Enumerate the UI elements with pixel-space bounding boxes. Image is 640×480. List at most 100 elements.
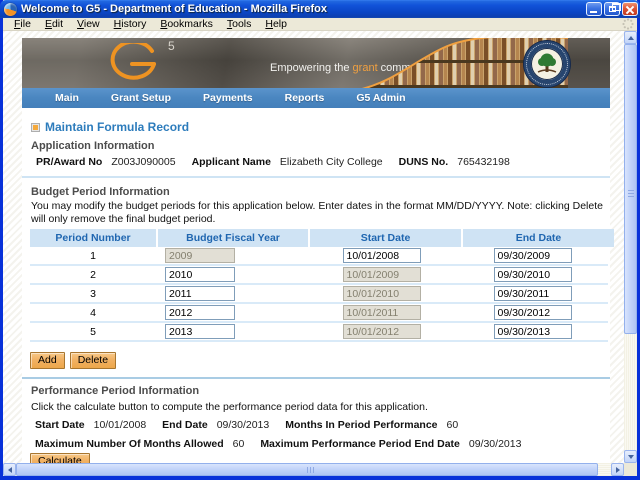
- start-date-cell: [306, 267, 457, 282]
- end-date-input[interactable]: [493, 248, 572, 263]
- scroll-up-icon[interactable]: [624, 31, 637, 44]
- delete-button[interactable]: Delete: [69, 352, 117, 369]
- firefox-icon: [4, 2, 17, 16]
- horizontal-scrollbar[interactable]: [3, 463, 624, 476]
- menu-tools[interactable]: Tools: [220, 18, 259, 30]
- calculate-button[interactable]: Calculate: [30, 453, 90, 463]
- budget-table-header: Period Number Budget Fiscal Year Start Dat…: [30, 229, 614, 247]
- page-title-bullet-icon: [31, 122, 40, 132]
- nav-item-main[interactable]: Main: [55, 92, 79, 104]
- application-information-heading: Application Information: [31, 140, 155, 152]
- field-label-applicant-name: Applicant Name: [191, 156, 271, 168]
- column-header-period-number: Period Number: [30, 229, 156, 247]
- vertical-scroll-thumb[interactable]: [624, 44, 637, 334]
- page-content: Maintain Formula Record Application Info…: [22, 108, 614, 463]
- column-header-end-date: End Date: [463, 229, 614, 247]
- field-label-maximum-performance-period-end-date: Maximum Performance Period End Date: [260, 438, 460, 450]
- g5-banner: 5 Empowering the grant community.: [22, 38, 610, 88]
- period-number: 1: [90, 249, 96, 262]
- budget-fiscal-year-input[interactable]: [165, 305, 235, 320]
- close-button[interactable]: [622, 2, 638, 16]
- budget-fiscal-year-cell: [156, 324, 306, 339]
- column-header-start-date: Start Date: [310, 229, 461, 247]
- menu-bookmarks[interactable]: Bookmarks: [153, 18, 220, 30]
- field-label-duns-no-: DUNS No.: [398, 156, 449, 168]
- budget-instructions: You may modify the budget periods for th…: [31, 200, 603, 225]
- budget-fiscal-year-input[interactable]: [165, 324, 235, 339]
- vertical-scrollbar[interactable]: [624, 31, 637, 463]
- end-date-input[interactable]: [493, 267, 572, 282]
- field-value-months-in-period-performance: 60: [446, 419, 459, 431]
- page-viewport: 5 Empowering the grant community.: [3, 31, 624, 463]
- field-label-pr-award-no: PR/Award No: [36, 156, 103, 168]
- budget-period-row: 2: [30, 266, 608, 285]
- end-date-cell: [457, 248, 608, 263]
- period-number: 2: [90, 268, 96, 281]
- period-number: 4: [90, 306, 96, 319]
- throbber-icon: [622, 18, 634, 30]
- start-date-input[interactable]: [342, 248, 421, 263]
- menu-bar: File Edit View History Bookmarks Tools Help: [3, 18, 637, 31]
- menu-help[interactable]: Help: [258, 18, 294, 30]
- horizontal-scroll-thumb[interactable]: [16, 463, 598, 476]
- nav-bar: Main Grant Setup Payments Reports G5 Admin: [22, 88, 610, 108]
- menu-items: File Edit View History Bookmarks Tools Help: [7, 18, 294, 30]
- menu-view[interactable]: View: [70, 18, 107, 30]
- seal-tree-icon: [537, 53, 557, 73]
- menu-history[interactable]: History: [107, 18, 154, 30]
- period-number: 3: [90, 287, 96, 300]
- nav-item-grant-setup[interactable]: Grant Setup: [111, 92, 171, 104]
- end-date-input[interactable]: [493, 324, 572, 339]
- start-date-cell: [306, 286, 457, 301]
- start-date-input: [342, 305, 421, 320]
- budget-fiscal-year-input[interactable]: [165, 267, 235, 282]
- budget-fiscal-year-input: [165, 248, 235, 263]
- field-label-end-date: End Date: [162, 419, 208, 431]
- budget-fiscal-year-input[interactable]: [165, 286, 235, 301]
- end-date-input[interactable]: [493, 286, 572, 301]
- start-date-input: [342, 324, 421, 339]
- performance-fields-row1: Start Date 10/01/2008 End Date 09/30/2013 Mo…: [35, 419, 474, 431]
- title-bar: Welcome to G5 - Department of Education …: [0, 0, 640, 18]
- end-date-input[interactable]: [493, 305, 572, 320]
- budget-period-row: 3: [30, 285, 608, 304]
- window-title: Welcome to G5 - Department of Education …: [21, 3, 327, 15]
- start-date-cell: [306, 305, 457, 320]
- browser-window: Welcome to G5 - Department of Education …: [0, 0, 640, 480]
- minimize-button[interactable]: [586, 2, 602, 16]
- nav-item-reports[interactable]: Reports: [285, 92, 325, 104]
- field-label-start-date: Start Date: [35, 419, 85, 431]
- end-date-cell: [457, 324, 608, 339]
- add-button[interactable]: Add: [30, 352, 65, 369]
- start-date-input: [342, 286, 421, 301]
- logo-5-label: 5: [168, 39, 175, 53]
- menu-file[interactable]: File: [7, 18, 38, 30]
- scrollbar-corner: [624, 463, 637, 476]
- section-divider: [22, 176, 610, 178]
- nav-item-payments[interactable]: Payments: [203, 92, 253, 104]
- start-date-input: [342, 267, 421, 282]
- budget-fiscal-year-cell: [156, 248, 306, 263]
- g5-logo-icon: [110, 43, 156, 80]
- menu-edit[interactable]: Edit: [38, 18, 70, 30]
- budget-table-body: 1 2 3 4 5: [30, 247, 608, 342]
- end-date-cell: [457, 267, 608, 282]
- field-label-months-in-period-performance: Months In Period Performance: [285, 419, 438, 431]
- field-value-start-date: 10/01/2008: [93, 419, 147, 431]
- page-title: Maintain Formula Record: [45, 120, 190, 134]
- budget-fiscal-year-cell: [156, 305, 306, 320]
- performance-fields-row2: Maximum Number Of Months Allowed 60 Maximu…: [35, 438, 537, 450]
- scroll-down-icon[interactable]: [624, 450, 637, 463]
- budget-period-row: 4: [30, 304, 608, 323]
- scroll-right-icon[interactable]: [611, 463, 624, 476]
- performance-period-heading: Performance Period Information: [31, 385, 200, 397]
- field-value-maximum-number-of-months-allowed: 60: [232, 438, 245, 450]
- restore-button[interactable]: [604, 2, 621, 16]
- nav-item-g5-admin[interactable]: G5 Admin: [356, 92, 405, 104]
- budget-period-heading: Budget Period Information: [31, 186, 170, 198]
- field-label-maximum-number-of-months-allowed: Maximum Number Of Months Allowed: [35, 438, 224, 450]
- field-value-maximum-performance-period-end-date: 09/30/2013: [468, 438, 522, 450]
- scroll-left-icon[interactable]: [3, 463, 16, 476]
- budget-fiscal-year-cell: [156, 286, 306, 301]
- field-value-duns-no-: 765432198: [457, 156, 510, 168]
